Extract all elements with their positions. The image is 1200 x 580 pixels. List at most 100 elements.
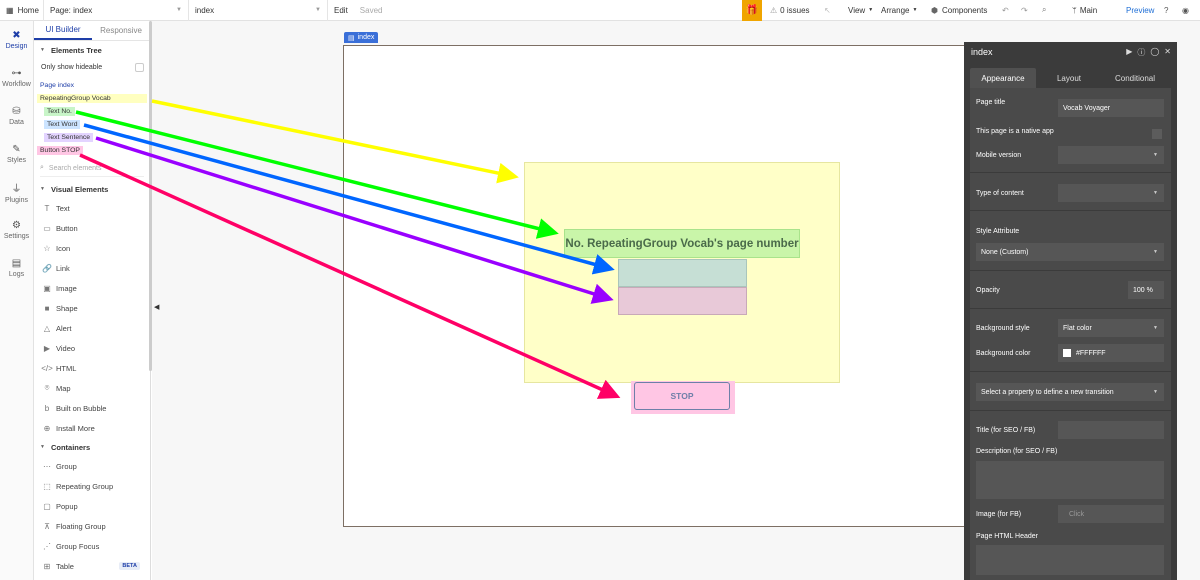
button-stop[interactable]: STOP (634, 382, 730, 410)
undo-icon[interactable]: ↶ (996, 0, 1015, 21)
element-html[interactable]: </> HTML (34, 358, 150, 378)
tree-item-page[interactable]: Page index (34, 79, 150, 92)
page-tag[interactable]: ▤ index (344, 32, 379, 43)
text-sentence[interactable] (618, 287, 747, 315)
rail-design[interactable]: ✖ Design (0, 21, 33, 59)
html-header-input[interactable] (976, 545, 1164, 575)
element-group-focus[interactable]: ⋰ Group Focus (34, 536, 150, 556)
rail-data[interactable]: ⛁ Data (0, 97, 33, 135)
element-group[interactable]: ⋯ Group (34, 456, 150, 476)
element-install-more[interactable]: ⊕ Install More (34, 418, 150, 438)
bg-color-picker[interactable]: #FFFFFF (1058, 344, 1164, 362)
group-icon: ⋯ (43, 461, 51, 471)
element-alert[interactable]: △ Alert (34, 318, 150, 338)
image-icon: ▣ (43, 283, 51, 293)
opacity-input[interactable]: 100 % (1128, 281, 1164, 299)
preview-button[interactable]: Preview (1120, 0, 1160, 21)
page-selector[interactable]: Page: index ▼ (44, 0, 189, 21)
element-map[interactable]: ⌾ Map (34, 378, 150, 398)
chevron-down-icon: ▼ (1153, 152, 1158, 158)
element-icon[interactable]: ☆ Icon (34, 238, 150, 258)
help-icon[interactable]: ? (1158, 0, 1174, 21)
redo-icon[interactable]: ↷ (1015, 0, 1034, 21)
saved-status: Saved (359, 5, 383, 15)
image-fb-uploader[interactable]: Click (1058, 505, 1164, 523)
logs-icon: ▤ (11, 258, 22, 269)
star-icon: ☆ (43, 243, 51, 253)
seo-title-input[interactable] (1058, 421, 1164, 439)
elements-tree-header[interactable]: ▼ Elements Tree (34, 41, 150, 59)
visual-elements-header[interactable]: ▼ Visual Elements (34, 180, 150, 198)
page-icon: ▤ (348, 34, 355, 42)
edit-menu[interactable]: Edit (328, 0, 354, 21)
gift-icon[interactable]: 🎁 (742, 0, 762, 21)
tab-ui-builder[interactable]: UI Builder (34, 21, 92, 40)
panel-scrollbar[interactable] (149, 21, 152, 371)
arrange-menu[interactable]: Arrange ▼ (875, 0, 923, 21)
video-icon: ▶ (43, 343, 51, 353)
rail-settings[interactable]: ⚙ Settings (0, 211, 33, 249)
style-dropdown[interactable]: None (Custom) ▼ (976, 243, 1164, 261)
info-icon[interactable]: ⓘ (1137, 47, 1145, 58)
comment-icon[interactable]: ◯ (1150, 47, 1159, 58)
bg-style-dropdown[interactable]: Flat color ▼ (1058, 319, 1164, 337)
tab-responsive[interactable]: Responsive (92, 21, 150, 40)
rail-plugins[interactable]: ⏚ Plugins (0, 173, 33, 211)
chevron-down-icon: ▼ (1153, 325, 1158, 331)
mobile-version-dropdown[interactable]: ▼ (1058, 146, 1164, 164)
type-of-content-dropdown[interactable]: ▼ (1058, 184, 1164, 202)
view-menu[interactable]: View ▼ (842, 0, 879, 21)
map-icon: ⌾ (44, 383, 50, 392)
checkbox[interactable] (135, 62, 144, 72)
element-text[interactable]: T Text (34, 198, 150, 218)
only-show-hideable-toggle[interactable]: Only show hideable (34, 59, 150, 75)
element-table[interactable]: ⊞ Table BETA (34, 556, 150, 576)
text-no[interactable]: No. RepeatingGroup Vocab's page number (564, 229, 800, 258)
element-video[interactable]: ▶ Video (34, 338, 150, 358)
rail-logs[interactable]: ▤ Logs (0, 249, 33, 287)
element-shape[interactable]: ■ Shape (34, 298, 150, 318)
page-title-input[interactable]: Vocab Voyager (1058, 99, 1164, 117)
floating-group-icon: ⊼ (44, 521, 50, 531)
rail-workflow[interactable]: ⊶ Workflow (0, 59, 33, 97)
tab-appearance[interactable]: Appearance (970, 68, 1036, 88)
cursor-icon[interactable]: ↖ (818, 0, 837, 21)
search-elements[interactable]: ⌕ Search elements (40, 160, 144, 177)
components-button[interactable]: ⬢ Components (925, 0, 993, 21)
tree-item-text-no[interactable]: Text No. (34, 105, 150, 118)
home-button[interactable]: ▦ Home (0, 0, 44, 21)
tab-layout[interactable]: Layout (1036, 68, 1102, 88)
top-bar: ▦ Home Page: index ▼ index ▼ Edit Saved … (0, 0, 1200, 21)
tab-conditional[interactable]: Conditional (1102, 68, 1168, 88)
transition-dropdown[interactable]: Select a property to define a new transi… (976, 383, 1164, 401)
close-icon[interactable]: ✕ (1164, 47, 1171, 58)
bubble-icon: b (44, 403, 50, 413)
issues-button[interactable]: ⚠ 0 issues (764, 0, 816, 21)
rail-styles[interactable]: ✎ Styles (0, 135, 33, 173)
element-repeating-group[interactable]: ⬚ Repeating Group (34, 476, 150, 496)
collapse-panel-icon[interactable]: ◀ (154, 303, 159, 311)
link-icon: 🔗 (42, 263, 52, 273)
page-dropdown[interactable]: index ▼ (189, 0, 328, 21)
containers-header[interactable]: ▼ Containers (34, 438, 150, 456)
element-floating-group[interactable]: ⊼ Floating Group (34, 516, 150, 536)
text-word[interactable] (618, 259, 747, 287)
element-popup[interactable]: ▢ Popup (34, 496, 150, 516)
element-image[interactable]: ▣ Image (34, 278, 150, 298)
branch-selector[interactable]: ᛘ Main (1066, 0, 1103, 21)
tree-item-button-stop[interactable]: Button STOP (34, 144, 150, 157)
native-app-checkbox[interactable] (1152, 129, 1162, 139)
tree-item-text-sentence[interactable]: Text Sentence (34, 131, 150, 144)
tree-item-text-word[interactable]: Text Word (34, 118, 150, 131)
account-icon[interactable]: ◉ (1176, 0, 1195, 21)
element-built-on-bubble[interactable]: b Built on Bubble (34, 398, 150, 418)
element-link[interactable]: 🔗 Link (34, 258, 150, 278)
play-icon[interactable]: ▶ (1126, 47, 1132, 58)
search-icon[interactable]: ⌕ (1036, 0, 1052, 21)
element-button[interactable]: ▭ Button (34, 218, 150, 238)
caret-down-icon: ▼ (40, 186, 45, 192)
tree-item-repeating-group[interactable]: RepeatingGroup Vocab (34, 92, 150, 105)
styles-icon: ✎ (12, 144, 21, 155)
warning-icon: ⚠ (770, 5, 778, 15)
seo-desc-input[interactable] (976, 461, 1164, 499)
